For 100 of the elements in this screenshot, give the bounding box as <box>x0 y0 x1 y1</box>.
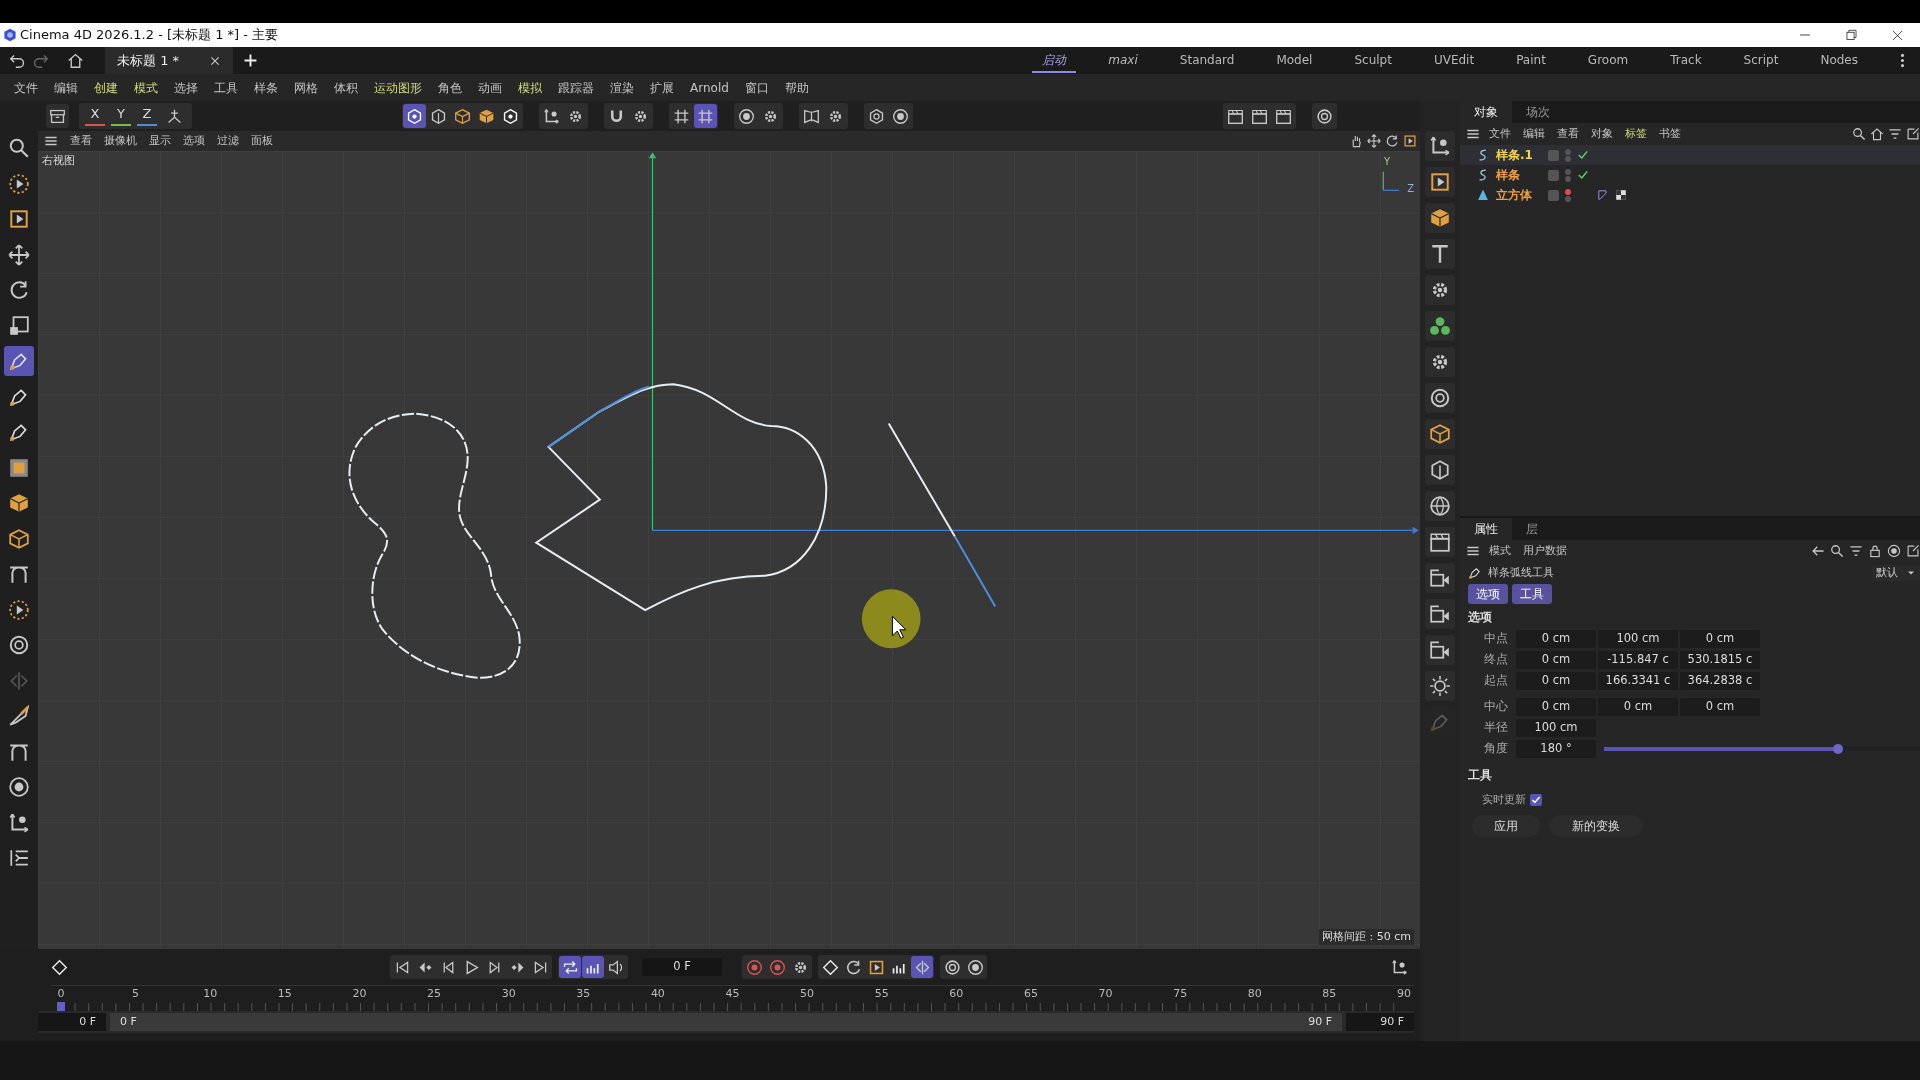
preview-range-bar[interactable]: 0 F 90 F <box>110 1012 1342 1032</box>
value-field[interactable]: 530.1815 c <box>1680 651 1760 669</box>
viewport-menu-item[interactable]: 面板 <box>245 132 279 150</box>
value-field[interactable]: 100 cm <box>1516 719 1596 737</box>
menu-item[interactable]: 网格 <box>286 78 326 97</box>
start-frame-field[interactable]: 0 F <box>38 1012 106 1032</box>
value-field[interactable]: 0 cm <box>1516 672 1596 690</box>
panel-menu-item[interactable]: 书签 <box>1653 125 1687 143</box>
field-label: 起点 <box>1483 672 1509 690</box>
document-tab[interactable]: 未标题 1 * <box>105 47 234 74</box>
menu-item[interactable]: 跟踪器 <box>550 78 602 97</box>
panel-menu-item[interactable]: 文件 <box>1483 125 1517 143</box>
action-button[interactable]: 新的变换 <box>1550 814 1642 837</box>
layout-tab[interactable]: UVEdit <box>1423 48 1485 73</box>
field-label: 终点 <box>1483 651 1509 669</box>
menu-item[interactable]: 动画 <box>470 78 510 97</box>
menu-item[interactable]: 模式 <box>126 78 166 97</box>
menu-item[interactable]: 角色 <box>430 78 470 97</box>
menu-item[interactable]: 样条 <box>246 78 286 97</box>
field-label: 中心 <box>1483 698 1509 716</box>
layout-tab[interactable]: Model <box>1266 48 1323 73</box>
section-title: 工具 <box>1467 767 1493 784</box>
value-field[interactable]: 364.2838 c <box>1680 672 1760 690</box>
object-row[interactable]: 样条.1 <box>1460 145 1920 165</box>
panel-menu-item[interactable]: 用户数据 <box>1517 542 1573 560</box>
window-title: Cinema 4D 2026.1.2 - [未标题 1 *] - 主要 <box>20 26 279 45</box>
section-tab[interactable]: 工具 <box>1512 584 1552 604</box>
menu-item[interactable]: 运动图形 <box>366 78 430 97</box>
value-field[interactable]: 180 ° <box>1516 740 1596 758</box>
object-row[interactable]: 样条 <box>1460 165 1920 185</box>
layout-tab[interactable]: 启动 <box>1032 48 1077 73</box>
gizmo-label: Y <box>1383 155 1390 169</box>
menu-item[interactable]: 帮助 <box>776 78 817 97</box>
value-field[interactable]: 0 cm <box>1680 630 1760 648</box>
ruler-label: 90 <box>1395 986 1412 1002</box>
viewport-menu-item[interactable]: 摄像机 <box>98 132 143 150</box>
menu-item[interactable]: 体积 <box>326 78 366 97</box>
panel-tab[interactable]: 对象 <box>1460 101 1512 123</box>
value-field[interactable]: -115.847 c <box>1598 651 1678 669</box>
grid-spacing-label: 网格间距 : 50 cm <box>1319 928 1414 945</box>
value-field[interactable]: 0 cm <box>1598 698 1678 716</box>
gizmo-label: Z <box>1407 182 1414 196</box>
layout-tab[interactable]: Nodes <box>1810 48 1868 73</box>
viewport-menu-item[interactable]: 显示 <box>143 132 177 150</box>
menu-item[interactable]: 编辑 <box>46 78 86 97</box>
panel-menu-item[interactable]: 编辑 <box>1517 125 1551 143</box>
viewport-menu-item[interactable]: 选项 <box>177 132 211 150</box>
frame-field[interactable]: 0 F <box>642 958 722 976</box>
layout-tab[interactable]: Paint <box>1506 48 1556 73</box>
ruler-label: 25 <box>426 986 443 1002</box>
menu-item[interactable]: 模拟 <box>510 78 550 97</box>
action-button[interactable]: 应用 <box>1472 814 1540 837</box>
value-field[interactable]: 0 cm <box>1516 698 1596 716</box>
layout-tab[interactable]: Track <box>1660 48 1712 73</box>
value-field[interactable]: 100 cm <box>1598 630 1678 648</box>
value-field[interactable]: 166.3341 c <box>1598 672 1678 690</box>
ruler-label: 85 <box>1321 986 1338 1002</box>
section-tab[interactable]: 选项 <box>1468 584 1508 604</box>
ruler-label: 20 <box>351 986 368 1002</box>
menu-item[interactable]: 渲染 <box>602 78 642 97</box>
ruler-label: 35 <box>575 986 592 1002</box>
menu-item[interactable]: 窗口 <box>736 78 777 97</box>
panel-tab[interactable]: 属性 <box>1460 518 1512 540</box>
menu-item[interactable]: 创建 <box>86 78 126 97</box>
menu-item[interactable]: 选择 <box>166 78 206 97</box>
panel-menu-item[interactable]: 查看 <box>1551 125 1585 143</box>
panel-tab[interactable]: 场次 <box>1512 101 1564 123</box>
ruler-label: 75 <box>1172 986 1189 1002</box>
ruler-label: 5 <box>131 986 141 1002</box>
panel-menu-item[interactable]: 模式 <box>1483 542 1517 560</box>
panel-menu-item[interactable]: 对象 <box>1585 125 1619 143</box>
layout-tab[interactable]: Groom <box>1577 48 1639 73</box>
value-field[interactable]: 0 cm <box>1516 651 1596 669</box>
end-frame-field[interactable]: 90 F <box>1346 1012 1414 1032</box>
view-name: 右视图 <box>42 153 75 169</box>
value-field[interactable]: 0 cm <box>1680 698 1760 716</box>
menu-item[interactable]: 扩展 <box>642 78 682 97</box>
value-field[interactable]: 0 cm <box>1516 630 1596 648</box>
viewport[interactable]: 右视图 Y Z 网格间距 : 50 cm <box>38 151 1420 949</box>
field-label: 中点 <box>1483 630 1509 648</box>
object-name: 立方体 <box>1496 187 1533 204</box>
ruler-label: 0 <box>56 986 66 1002</box>
ruler-label: 60 <box>948 986 965 1002</box>
layout-tab[interactable]: Standard <box>1169 48 1245 73</box>
menu-item[interactable]: Arnold <box>682 78 737 97</box>
viewport-menu-item[interactable]: 查看 <box>64 132 98 150</box>
menu-item[interactable]: 文件 <box>6 78 46 97</box>
panel-tab[interactable]: 层 <box>1512 518 1552 540</box>
menu-item[interactable]: 工具 <box>206 78 246 97</box>
viewport-menu-item[interactable]: 过滤 <box>211 132 245 150</box>
layout-tab[interactable]: Sculpt <box>1344 48 1402 73</box>
ruler-label: 45 <box>724 986 741 1002</box>
preset-dropdown[interactable]: 默认 <box>1872 564 1920 582</box>
layout-tab[interactable]: maxi <box>1098 48 1148 73</box>
object-row[interactable]: 立方体 <box>1460 185 1920 205</box>
ruler-label: 70 <box>1097 986 1114 1002</box>
field-label: 半径 <box>1483 719 1509 737</box>
layout-tab[interactable]: Script <box>1733 48 1789 73</box>
panel-menu-item[interactable]: 标签 <box>1619 125 1653 143</box>
ruler-label: 65 <box>1022 986 1039 1002</box>
